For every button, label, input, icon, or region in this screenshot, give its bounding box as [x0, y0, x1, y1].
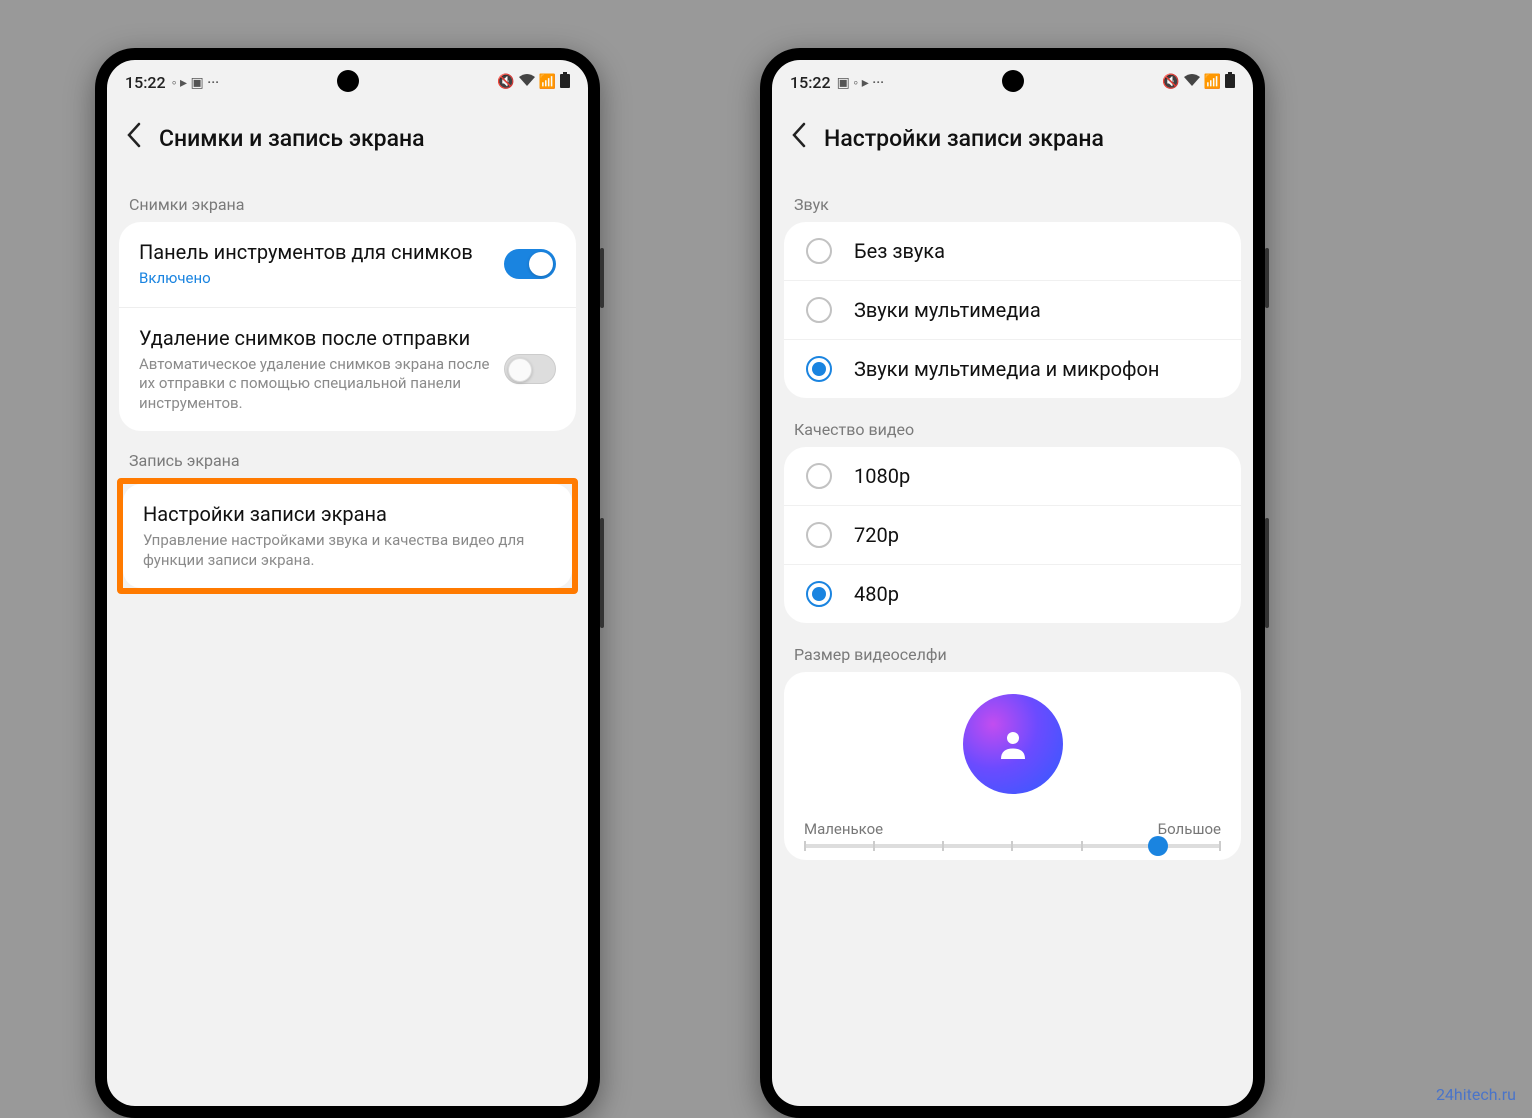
quality-option[interactable]: 480p [784, 564, 1241, 623]
camera-notch [1002, 70, 1024, 92]
mute-icon: 🔇 [497, 74, 514, 90]
radio-icon[interactable] [806, 238, 832, 264]
camera-notch [337, 70, 359, 92]
sound-card: Без звука Звуки мультимедиа Звуки мультиме… [784, 222, 1241, 398]
battery-icon [1225, 72, 1235, 92]
page-title: Снимки и запись экрана [159, 125, 425, 152]
back-button[interactable] [121, 118, 153, 159]
setting-status-on: Включено [139, 269, 490, 289]
signal-icon: 📶 [539, 74, 556, 90]
radio-label: Звуки мультимедиа [854, 298, 1041, 322]
section-screenshots: Снимки экрана [107, 185, 588, 222]
screenshot-toolbar-row[interactable]: Панель инструментов для снимков Включено [119, 222, 576, 307]
header: Настройки записи экрана [772, 98, 1253, 185]
radio-icon[interactable] [806, 297, 832, 323]
wifi-icon [519, 74, 535, 90]
physical-button [1265, 518, 1269, 628]
delete-after-send-row[interactable]: Удаление снимков после отправки Автомати… [119, 307, 576, 432]
toggle-screenshot-toolbar[interactable] [504, 249, 556, 279]
back-button[interactable] [786, 118, 818, 159]
section-quality: Качество видео [772, 410, 1253, 447]
selfie-size-slider[interactable]: Маленькое Большое [804, 820, 1221, 848]
screen-right: 15:22 ▣ ◦ ▸ ··· 🔇 📶 Настройки записи экр… [772, 60, 1253, 1106]
battery-icon [560, 72, 570, 92]
radio-icon[interactable] [806, 463, 832, 489]
status-left-icons: ◦ ▸ ▣ ··· [172, 74, 220, 91]
section-sound: Звук [772, 185, 1253, 222]
setting-description: Автоматическое удаление снимков экрана п… [139, 355, 490, 414]
physical-button [1265, 248, 1269, 308]
quality-option[interactable]: 720p [784, 505, 1241, 564]
mute-icon: 🔇 [1162, 74, 1179, 90]
toggle-delete-after-send[interactable] [504, 354, 556, 384]
screen-left: 15:22 ◦ ▸ ▣ ··· 🔇 📶 Снимки и запись экра… [107, 60, 588, 1106]
phone-frame-right: 15:22 ▣ ◦ ▸ ··· 🔇 📶 Настройки записи экр… [760, 48, 1265, 1118]
physical-button [600, 518, 604, 628]
setting-title: Удаление снимков после отправки [139, 326, 490, 351]
radio-label: Без звука [854, 239, 945, 263]
radio-icon[interactable] [806, 356, 832, 382]
page-title: Настройки записи экрана [824, 125, 1104, 152]
section-recording: Запись экрана [107, 441, 588, 478]
sound-option[interactable]: Звуки мультимедиа и микрофон [784, 339, 1241, 398]
setting-title: Настройки записи экрана [143, 502, 552, 527]
signal-icon: 📶 [1204, 74, 1221, 90]
slider-thumb[interactable] [1148, 836, 1168, 856]
selfie-card: Маленькое Большое [784, 672, 1241, 860]
slider-max-label: Большое [1158, 820, 1221, 838]
status-time: 15:22 [790, 73, 831, 92]
selfie-avatar-preview [963, 694, 1063, 794]
quality-option[interactable]: 1080p [784, 447, 1241, 505]
status-time: 15:22 [125, 73, 166, 92]
sound-option[interactable]: Звуки мультимедиа [784, 280, 1241, 339]
wifi-icon [1184, 74, 1200, 90]
status-left-icons: ▣ ◦ ▸ ··· [837, 74, 885, 91]
recording-settings-row[interactable]: Настройки записи экрана Управление настр… [123, 484, 572, 588]
radio-label: 480p [854, 582, 899, 606]
setting-title: Панель инструментов для снимков [139, 240, 490, 265]
highlight-annotation: Настройки записи экрана Управление настр… [117, 478, 578, 594]
radio-icon[interactable] [806, 522, 832, 548]
watermark: 24hitech.ru [1436, 1085, 1516, 1104]
radio-icon[interactable] [806, 581, 832, 607]
physical-button [600, 248, 604, 308]
section-selfie-size: Размер видеоселфи [772, 635, 1253, 672]
screenshots-card: Панель инструментов для снимков Включено… [119, 222, 576, 431]
person-icon [995, 726, 1031, 762]
setting-description: Управление настройками звука и качества … [143, 531, 552, 570]
radio-label: 720p [854, 523, 899, 547]
phone-frame-left: 15:22 ◦ ▸ ▣ ··· 🔇 📶 Снимки и запись экра… [95, 48, 600, 1118]
radio-label: 1080p [854, 464, 910, 488]
slider-min-label: Маленькое [804, 820, 883, 838]
radio-label: Звуки мультимедиа и микрофон [854, 357, 1159, 381]
header: Снимки и запись экрана [107, 98, 588, 185]
quality-card: 1080p 720p 480p [784, 447, 1241, 623]
sound-option[interactable]: Без звука [784, 222, 1241, 280]
